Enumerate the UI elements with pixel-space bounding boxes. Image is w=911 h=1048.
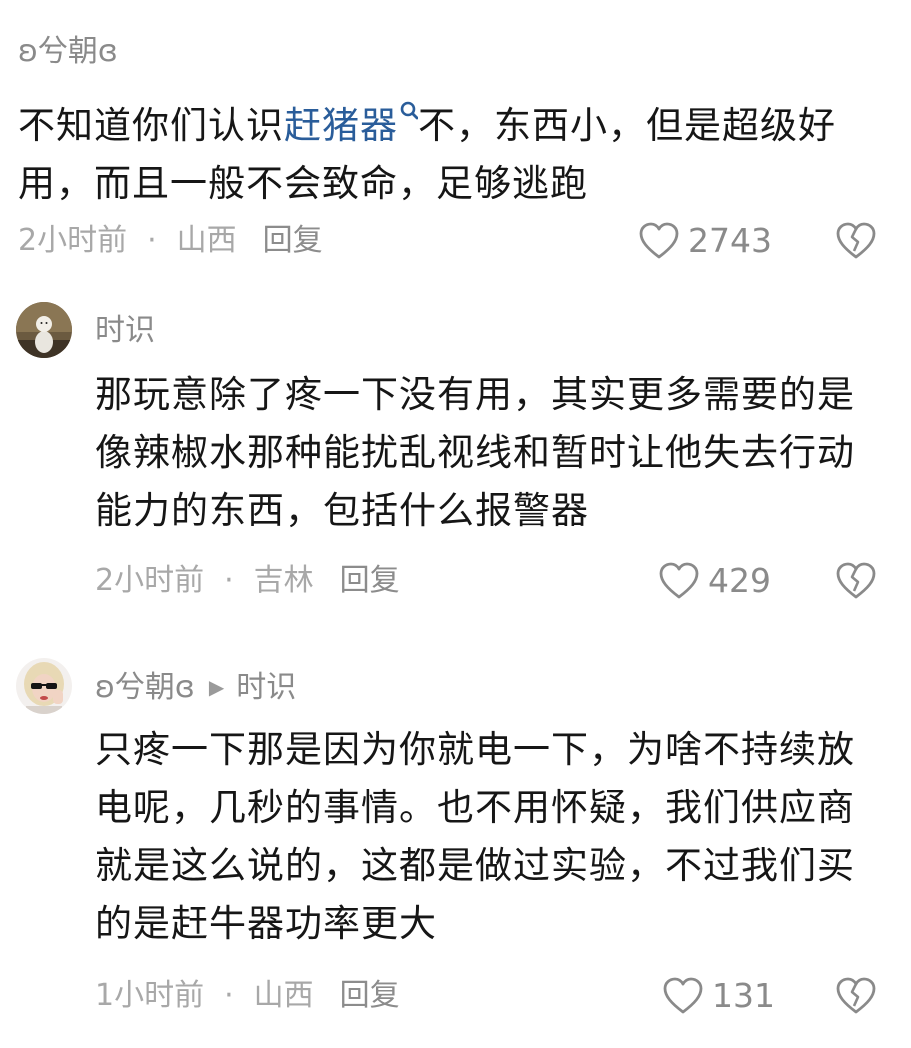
comment-time: 1小时前 [95,978,205,1013]
search-link[interactable]: 赶猪器 [284,104,398,147]
comment-username[interactable]: ʚ兮朝ɞ [18,32,118,72]
comment-username[interactable]: 时识 [95,311,155,351]
reply-button[interactable]: 回复 [340,978,400,1013]
reply-button[interactable]: 回复 [340,563,400,598]
reply-button[interactable]: 回复 [263,223,323,258]
comment-location: 山西 [176,223,237,258]
avatar[interactable] [16,658,72,714]
search-icon[interactable] [400,87,419,120]
comment-location: 山西 [253,978,314,1013]
dislike-button[interactable] [834,976,878,1016]
avatar[interactable] [16,302,72,358]
comment-meta: 1小时前 · 山西 回复 [95,978,400,1013]
comment-text[interactable]: 那玩意除了疼一下没有用，其实更多需要的是像辣椒水那种能扰乱视线和暂时让他失去行动… [95,366,885,540]
comment-text[interactable]: 不知道你们认识赶猪器 不，东西小，但是超级好用，而且一般不会致命，足够逃跑 [18,87,878,213]
comment-location: 吉林 [253,563,314,598]
dislike-button[interactable] [834,221,878,261]
dislike-button[interactable] [834,561,878,601]
like-count: 2743 [688,221,772,260]
comment-meta: 2小时前 · 吉林 回复 [95,563,400,598]
comment-time: 2小时前 [95,563,205,598]
comment-username[interactable]: ʚ兮朝ɞ ▶ 时识 [95,667,296,708]
reply-arrow-icon: ▶ [208,675,225,699]
broken-heart-icon [836,977,876,1014]
comment-time: 2小时前 [18,223,128,258]
heart-outline-icon [639,222,679,259]
comment-text[interactable]: 只疼一下那是因为你就电一下，为啥不持续放电呢，几秒的事情。也不用怀疑，我们供应商… [95,721,885,953]
reply-to-username[interactable]: 时识 [236,670,296,705]
like-count: 429 [708,561,771,600]
like-button[interactable]: 2743 [638,221,772,261]
heart-outline-icon [663,977,703,1014]
like-button[interactable]: 429 [658,561,771,601]
broken-heart-icon [836,562,876,599]
like-button[interactable]: 131 [662,976,775,1016]
broken-heart-icon [836,222,876,259]
like-count: 131 [712,976,775,1015]
comment-meta: 2小时前 · 山西 回复 [18,223,323,258]
heart-outline-icon [659,562,699,599]
